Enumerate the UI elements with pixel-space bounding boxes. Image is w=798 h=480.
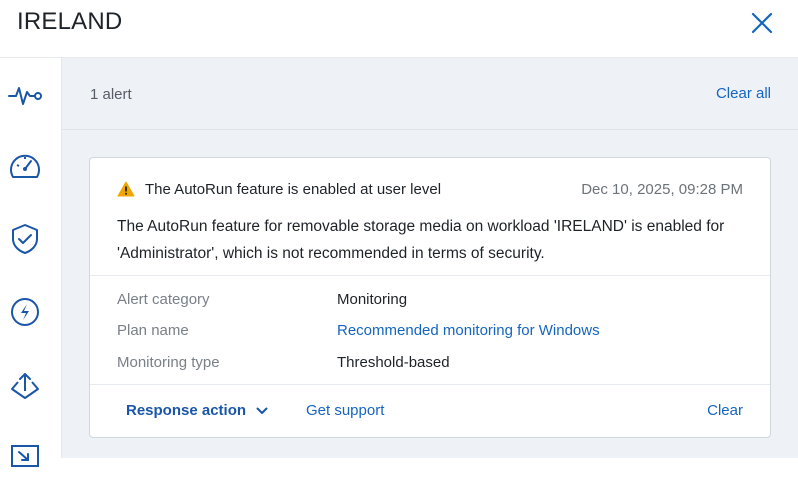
detail-label-monitoring-type: Monitoring type: [117, 354, 220, 371]
response-action-dropdown[interactable]: Response action: [126, 402, 268, 419]
sidebar: [0, 58, 62, 467]
plan-name-link[interactable]: Recommended monitoring for Windows: [337, 322, 600, 339]
deploy-icon: [11, 373, 39, 399]
divider: [90, 384, 770, 385]
close-icon: [751, 12, 773, 34]
divider: [90, 275, 770, 276]
close-button[interactable]: [748, 9, 776, 37]
detail-label-plan-name: Plan name: [117, 322, 189, 339]
activity-icon: [8, 87, 42, 105]
alert-title: The AutoRun feature is enabled at user l…: [145, 181, 442, 198]
response-action-label: Response action: [126, 402, 247, 419]
detail-value-alert-category: Monitoring: [337, 291, 408, 308]
sidebar-item-dashboard[interactable]: [8, 149, 42, 183]
sidebar-item-activity[interactable]: [8, 78, 42, 112]
sidebar-item-deploy[interactable]: [8, 369, 42, 403]
dashboard-gauge-icon: [10, 154, 40, 178]
alert-card: The AutoRun feature is enabled at user l…: [89, 157, 771, 438]
get-support-link[interactable]: Get support: [306, 402, 384, 419]
chevron-down-icon: [256, 407, 268, 414]
sidebar-item-protection[interactable]: [8, 222, 42, 256]
alert-description: The AutoRun feature for removable storag…: [117, 218, 725, 262]
alerts-panel: 1 alert Clear all The AutoRun feature is…: [62, 58, 798, 458]
page-title: IRELAND: [17, 8, 123, 35]
dialog-header: IRELAND: [0, 0, 798, 58]
sidebar-item-remote[interactable]: [8, 441, 42, 475]
lightning-icon: [11, 298, 39, 326]
sidebar-item-automation[interactable]: [8, 295, 42, 329]
warning-icon: [117, 181, 135, 197]
alert-count: 1 alert: [90, 86, 132, 103]
clear-button[interactable]: Clear: [707, 402, 743, 419]
detail-value-monitoring-type: Threshold-based: [337, 354, 450, 371]
shield-check-icon: [12, 224, 38, 254]
clear-all-button[interactable]: Clear all: [716, 85, 771, 102]
remote-desktop-icon: [11, 445, 39, 467]
detail-label-alert-category: Alert category: [117, 291, 210, 308]
alerts-toolbar: 1 alert Clear all: [62, 58, 798, 130]
alert-timestamp: Dec 10, 2025, 09:28 PM: [581, 181, 743, 198]
